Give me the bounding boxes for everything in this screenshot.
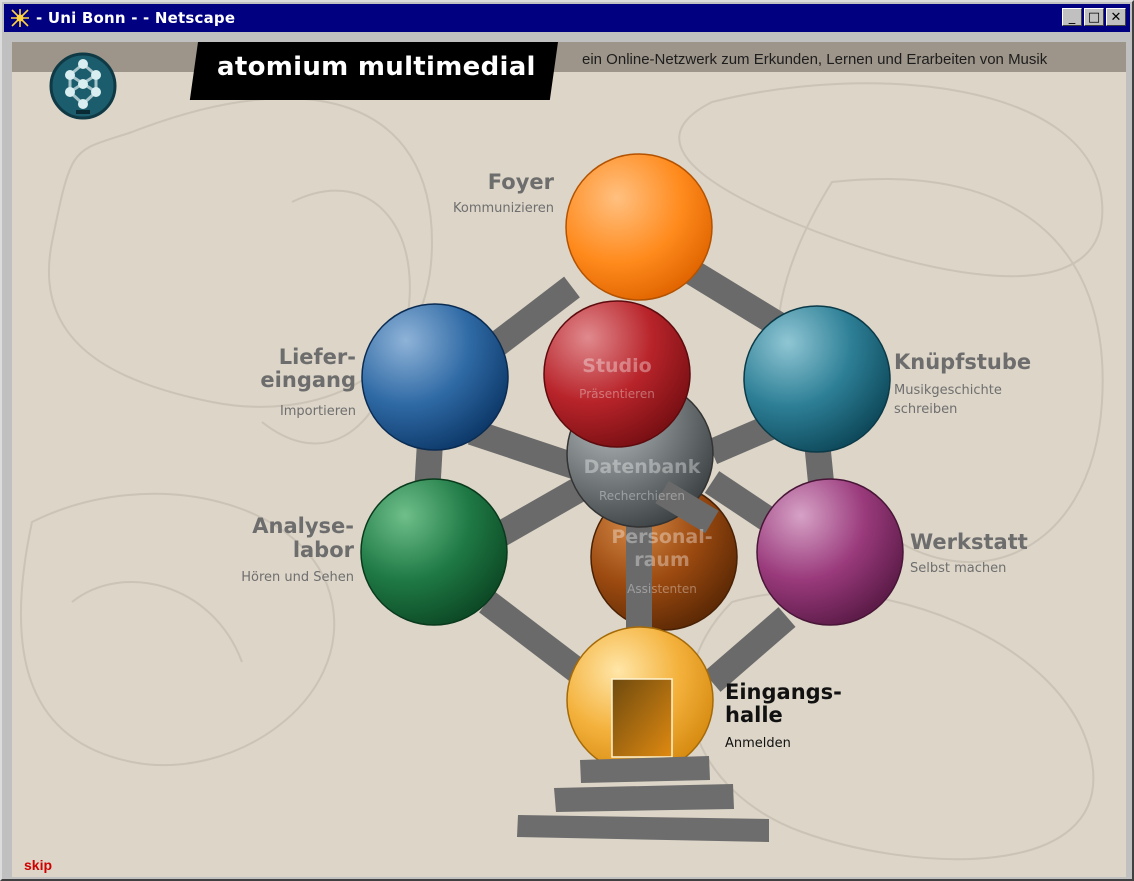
- sphere-analyselabor[interactable]: [360, 478, 508, 626]
- page-content: atomium multimedial ein Online-Netzwerk …: [12, 42, 1126, 877]
- title-bar: - Uni Bonn - - Netscape _ □ ✕: [4, 4, 1130, 32]
- room-title-knuepfstube[interactable]: Knüpfstube: [894, 352, 1031, 373]
- sphere-knuepfstube[interactable]: [743, 305, 891, 453]
- room-title-eingangshalle-2[interactable]: halle: [725, 705, 783, 726]
- room-title-liefereingang-1[interactable]: Liefer-: [232, 347, 356, 368]
- atomium-navigation-graphic: [360, 153, 904, 842]
- room-subtitle-knuepfstube-2: schreiben: [894, 402, 958, 417]
- netscape-icon: [10, 8, 30, 28]
- window-controls: _ □ ✕: [1062, 8, 1126, 26]
- close-button[interactable]: ✕: [1106, 8, 1126, 26]
- room-title-analyselabor-1[interactable]: Analyse-: [212, 516, 354, 537]
- sphere-label-datenbank: Datenbank: [583, 456, 701, 478]
- room-subtitle-knuepfstube-1: Musikgeschichte: [894, 383, 1002, 398]
- sphere-label-personalraum-2: raum: [634, 549, 690, 571]
- sphere-label-studio: Studio: [582, 355, 652, 377]
- sphere-sublabel-datenbank: Recherchieren: [598, 489, 685, 503]
- sphere-sublabel-studio: Präsentieren: [579, 387, 655, 401]
- browser-window: - Uni Bonn - - Netscape _ □ ✕ atomium mu…: [0, 0, 1134, 881]
- room-subtitle-eingangshalle: Anmelden: [725, 736, 791, 751]
- sphere-label-personalraum-1: Personal-: [611, 526, 713, 548]
- maximize-button[interactable]: □: [1084, 8, 1104, 26]
- sphere-werkstatt[interactable]: [756, 478, 904, 626]
- room-title-werkstatt[interactable]: Werkstatt: [910, 532, 1028, 553]
- room-title-foyer[interactable]: Foyer: [412, 172, 554, 193]
- skip-link[interactable]: skip: [24, 857, 52, 873]
- room-subtitle-analyselabor: Hören und Sehen: [241, 570, 354, 585]
- room-subtitle-werkstatt: Selbst machen: [910, 561, 1007, 576]
- sphere-liefereingang[interactable]: [361, 303, 509, 451]
- room-title-analyselabor-2[interactable]: labor: [212, 540, 354, 561]
- room-title-eingangshalle-1[interactable]: Eingangs-: [725, 682, 842, 703]
- sphere-foyer[interactable]: [565, 153, 713, 301]
- entrance-door-icon[interactable]: [611, 678, 673, 758]
- window-title: - Uni Bonn - - Netscape: [36, 9, 236, 27]
- sphere-sublabel-personalraum: Assistenten: [627, 582, 697, 596]
- stair-step-top: [580, 756, 710, 783]
- stair-step-middle: [554, 784, 734, 812]
- room-subtitle-foyer: Kommunizieren: [453, 201, 554, 216]
- minimize-button[interactable]: _: [1062, 8, 1082, 26]
- room-subtitle-liefereingang: Importieren: [279, 404, 356, 419]
- room-title-liefereingang-2[interactable]: eingang: [232, 370, 356, 391]
- stair-step-bottom: [517, 815, 769, 842]
